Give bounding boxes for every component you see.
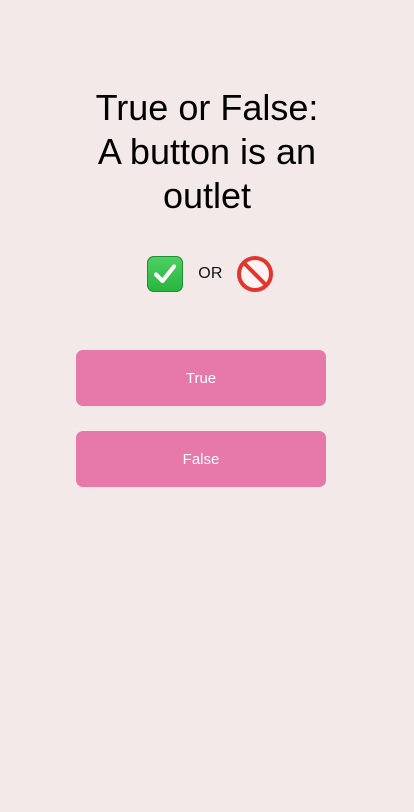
quiz-screen: True or False: A button is an outlet OR … (0, 0, 414, 812)
or-separator: OR (198, 265, 223, 282)
false-button[interactable]: False (76, 431, 326, 487)
question-line-3: outlet (162, 175, 252, 216)
prohibited-icon (236, 256, 273, 292)
question-line-2: A button is an (97, 131, 317, 172)
choices-hint: OR (0, 254, 414, 294)
question-line-1: True or False: (95, 87, 319, 128)
check-mark-button-icon (147, 256, 184, 292)
question-title: True or False: A button is an outlet (40, 86, 374, 218)
true-button[interactable]: True (76, 350, 326, 406)
